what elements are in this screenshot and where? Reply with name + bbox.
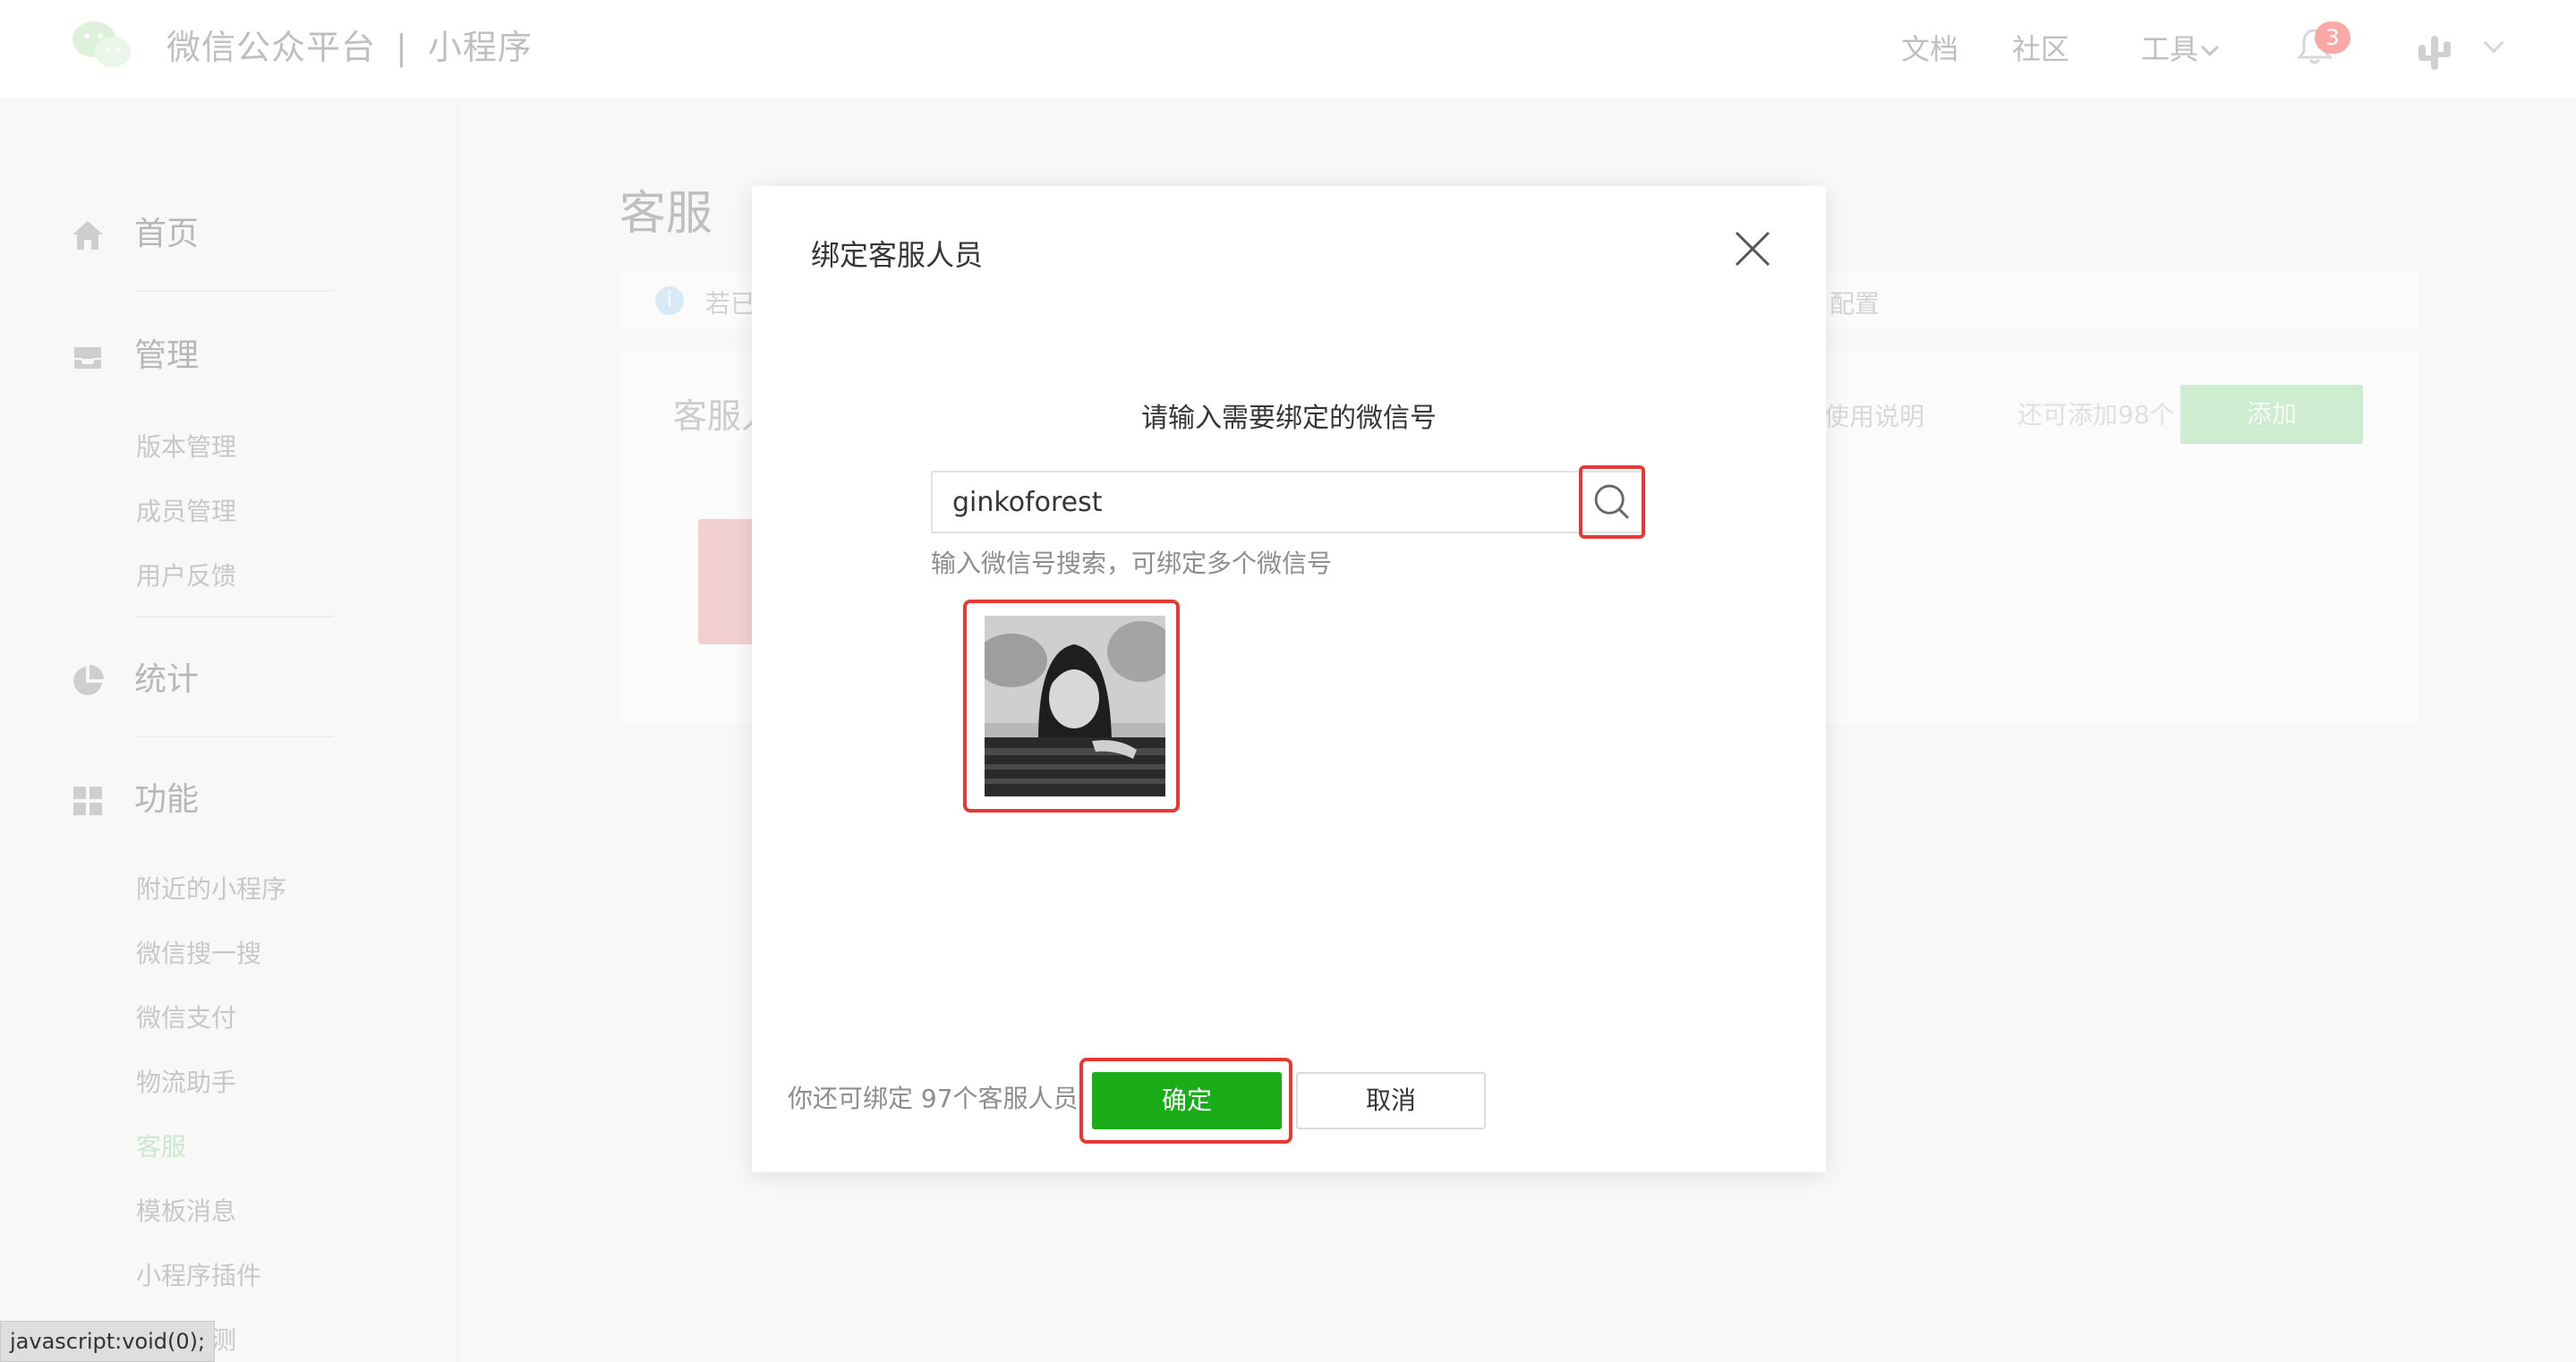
- cancel-button[interactable]: 取消: [1296, 1072, 1486, 1129]
- search-prompt: 请输入需要绑定的微信号: [1141, 403, 1437, 434]
- search-highlight-box: [1579, 465, 1645, 539]
- bind-service-dialog: 绑定客服人员 请输入需要绑定的微信号 输入微信号搜索，可绑定多个微信号: [752, 186, 1826, 1172]
- search-hint: 输入微信号搜索，可绑定多个微信号: [931, 549, 1333, 578]
- close-icon[interactable]: [1733, 229, 1772, 268]
- bind-quota-text: 你还可绑定 97个客服人员: [788, 1084, 1079, 1113]
- browser-status-bar: javascript:void(0);: [0, 1321, 216, 1362]
- result-highlight-box: [963, 600, 1180, 813]
- wechat-id-search-input[interactable]: [931, 471, 1581, 533]
- dialog-title: 绑定客服人员: [811, 238, 984, 272]
- confirm-highlight-box: [1079, 1058, 1292, 1144]
